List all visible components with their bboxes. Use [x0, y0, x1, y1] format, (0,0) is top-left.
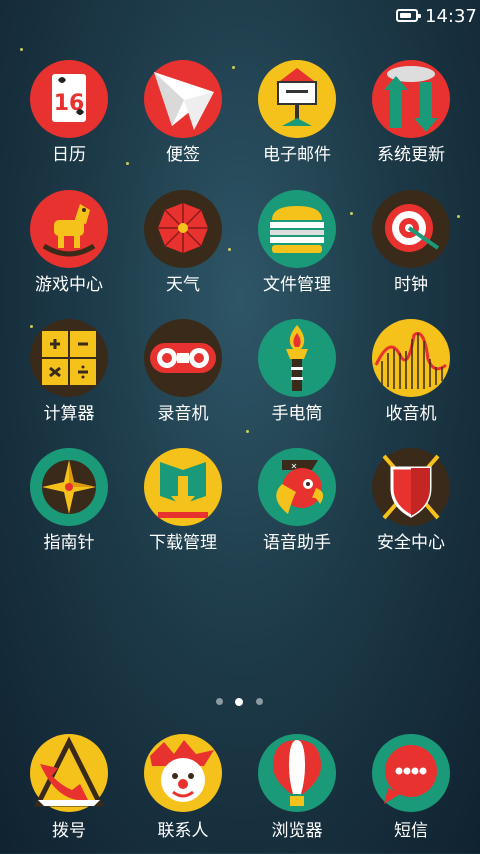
app-contacts[interactable]: 联系人 — [126, 734, 240, 854]
battery-icon — [396, 9, 421, 22]
folder-stack-icon — [258, 190, 336, 268]
svg-text:✕: ✕ — [291, 462, 298, 471]
app-label: 短信 — [394, 821, 428, 841]
app-messages[interactable]: 短信 — [354, 734, 468, 854]
app-game-center[interactable]: 游戏中心 — [12, 190, 126, 310]
app-label: 拨号 — [52, 821, 86, 841]
app-label: 语音助手 — [263, 533, 331, 553]
rollercoaster-icon — [372, 319, 450, 397]
app-security-center[interactable]: 安全中心 — [354, 448, 468, 568]
torch-icon — [258, 319, 336, 397]
shield-icon — [372, 448, 450, 526]
app-label: 录音机 — [157, 404, 209, 424]
app-label: 收音机 — [385, 404, 437, 424]
app-label: 联系人 — [157, 821, 209, 841]
app-radio[interactable]: 收音机 — [354, 319, 468, 439]
app-label: 便签 — [166, 145, 200, 165]
app-phone[interactable]: 拨号 — [12, 734, 126, 854]
compass-icon — [30, 448, 108, 526]
status-bar: 14:37 — [0, 0, 480, 34]
page-dot-3[interactable] — [256, 698, 263, 705]
paper-plane-icon — [144, 60, 222, 138]
tape-icon — [144, 319, 222, 397]
app-recorder[interactable]: 录音机 — [126, 319, 240, 439]
app-label: 电子邮件 — [263, 145, 331, 165]
app-file-manager[interactable]: 文件管理 — [240, 190, 354, 310]
puzzle-icon — [30, 319, 108, 397]
page-dot-2-active[interactable] — [235, 698, 243, 706]
phone-icon — [30, 734, 108, 812]
app-label: 日历 — [52, 145, 86, 165]
download-book-icon — [144, 448, 222, 526]
app-compass[interactable]: 指南针 — [12, 448, 126, 568]
app-label: 浏览器 — [271, 821, 323, 841]
app-label: 下载管理 — [149, 533, 217, 553]
app-label: 游戏中心 — [35, 275, 103, 295]
app-flashlight[interactable]: 手电筒 — [240, 319, 354, 439]
app-download-manager[interactable]: 下载管理 — [126, 448, 240, 568]
app-system-update[interactable]: 系统更新 — [354, 60, 468, 180]
app-notes[interactable]: 便签 — [126, 60, 240, 180]
page-indicator — [0, 698, 480, 708]
rocking-horse-icon — [30, 190, 108, 268]
app-email[interactable]: 电子邮件 — [240, 60, 354, 180]
app-calendar[interactable]: 16 日历 — [12, 60, 126, 180]
app-label: 系统更新 — [377, 145, 445, 165]
message-bubble-icon — [372, 734, 450, 812]
umbrella-icon — [144, 190, 222, 268]
mailbox-icon — [258, 60, 336, 138]
app-label: 手电筒 — [271, 404, 323, 424]
page-dot-1[interactable] — [216, 698, 223, 705]
app-clock[interactable]: 时钟 — [354, 190, 468, 310]
app-label: 安全中心 — [377, 533, 445, 553]
app-label: 指南针 — [43, 533, 95, 553]
app-browser[interactable]: 浏览器 — [240, 734, 354, 854]
app-label: 计算器 — [43, 404, 95, 424]
clown-icon — [144, 734, 222, 812]
app-label: 文件管理 — [263, 275, 331, 295]
balloon-icon — [258, 734, 336, 812]
target-clock-icon — [372, 190, 450, 268]
update-arrows-icon — [372, 60, 450, 138]
app-label: 时钟 — [394, 275, 428, 295]
status-time: 14:37 — [425, 6, 477, 27]
parrot-icon: ✕ — [258, 448, 336, 526]
app-calculator[interactable]: 计算器 — [12, 319, 126, 439]
app-label: 天气 — [166, 275, 200, 295]
sparkle-dot — [20, 48, 23, 51]
app-weather[interactable]: 天气 — [126, 190, 240, 310]
calendar-icon: 16 — [30, 60, 108, 138]
app-voice-assistant[interactable]: ✕ 语音助手 — [240, 448, 354, 568]
